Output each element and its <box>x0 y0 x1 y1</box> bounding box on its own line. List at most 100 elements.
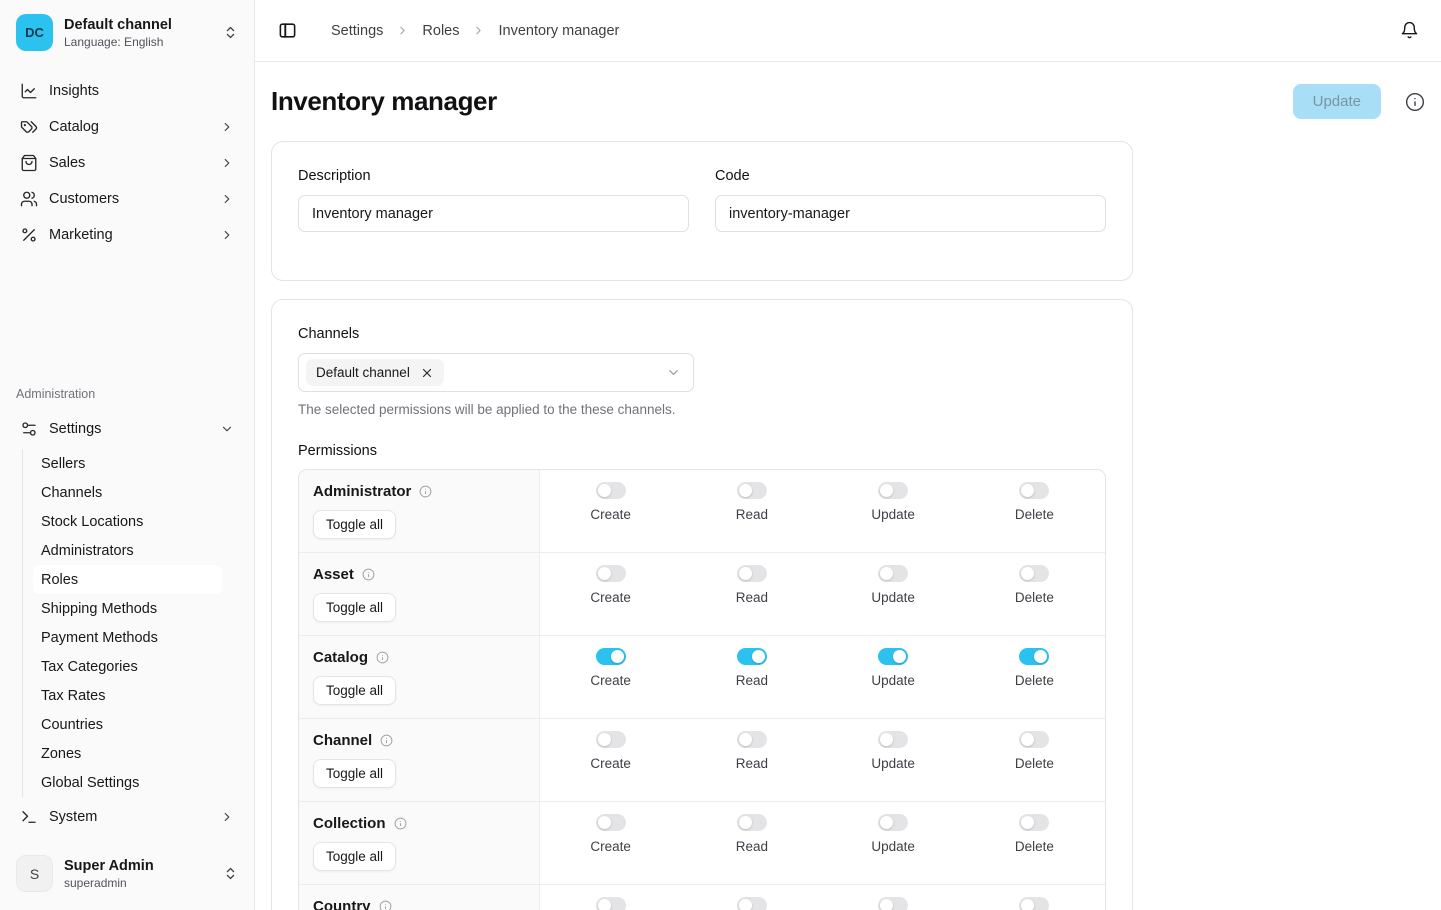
sidebar-item-insights[interactable]: Insights <box>12 73 242 109</box>
permission-toggle-group: Read <box>681 648 822 718</box>
page-header: Inventory manager Update <box>271 84 1425 119</box>
sidebar-item-customers[interactable]: Customers <box>12 181 242 217</box>
toggle-create[interactable] <box>596 897 626 910</box>
toggle-all-button[interactable]: Toggle all <box>313 676 396 705</box>
sidebar-item-sales[interactable]: Sales <box>12 145 242 181</box>
sidebar-item-marketing[interactable]: Marketing <box>12 217 242 253</box>
toggle-label: Update <box>871 756 915 771</box>
toggle-label: Create <box>590 507 631 522</box>
toggle-delete[interactable] <box>1019 565 1049 582</box>
toggle-label: Delete <box>1015 839 1054 854</box>
toggle-delete[interactable] <box>1019 648 1049 665</box>
toggle-delete[interactable] <box>1019 482 1049 499</box>
panel-left-icon <box>278 21 297 40</box>
toggle-label: Create <box>590 756 631 771</box>
sidebar-item-shipping-methods[interactable]: Shipping Methods <box>33 594 222 623</box>
permission-toggle-group: Delete <box>964 565 1105 635</box>
toggle-all-button[interactable]: Toggle all <box>313 759 396 788</box>
toggle-create[interactable] <box>596 648 626 665</box>
sidebar-item-stock-locations[interactable]: Stock Locations <box>33 507 222 536</box>
channel-switcher[interactable]: DC Default channel Language: English <box>12 10 242 55</box>
toggle-read[interactable] <box>737 731 767 748</box>
toggle-create[interactable] <box>596 731 626 748</box>
sidebar-item-sellers[interactable]: Sellers <box>33 449 222 478</box>
permission-toggle-group: Delete <box>964 814 1105 884</box>
toggle-create[interactable] <box>596 482 626 499</box>
toggle-delete[interactable] <box>1019 731 1049 748</box>
permission-toggle-group: Create <box>540 648 681 718</box>
permission-name: Catalog <box>313 649 368 666</box>
sidebar-item-countries[interactable]: Countries <box>33 710 222 739</box>
channel-chip-label: Default channel <box>316 365 410 380</box>
remove-channel-icon[interactable] <box>420 366 434 380</box>
toggle-label: Delete <box>1015 673 1054 688</box>
toggle-delete[interactable] <box>1019 897 1049 910</box>
permission-toggle-group: Update <box>823 482 964 552</box>
sidebar-item-label: Marketing <box>49 227 113 243</box>
permission-toggles: Create Read Update Delete <box>540 636 1105 718</box>
permission-toggle-group: Delete <box>964 482 1105 552</box>
permission-name: Administrator <box>313 483 411 500</box>
sidebar-item-channels[interactable]: Channels <box>33 478 222 507</box>
notifications-button[interactable] <box>1400 21 1419 40</box>
info-icon <box>380 734 393 747</box>
sidebar-item-tax-categories[interactable]: Tax Categories <box>33 652 222 681</box>
sidebar-item-roles[interactable]: Roles <box>33 565 222 594</box>
update-button[interactable]: Update <box>1293 84 1381 119</box>
permission-toggle-group: Read <box>681 731 822 801</box>
sidebar-item-payment-methods[interactable]: Payment Methods <box>33 623 222 652</box>
sidebar-item-administrators[interactable]: Administrators <box>33 536 222 565</box>
permission-toggle-group: Create <box>540 565 681 635</box>
channels-select[interactable]: Default channel <box>298 353 694 392</box>
toggle-delete[interactable] <box>1019 814 1049 831</box>
toggle-read[interactable] <box>737 565 767 582</box>
toggle-knob <box>739 484 752 497</box>
sidebar-item-zones[interactable]: Zones <box>33 739 222 768</box>
toggle-all-button[interactable]: Toggle all <box>313 842 396 871</box>
sidebar-item-tax-rates[interactable]: Tax Rates <box>33 681 222 710</box>
code-input[interactable] <box>715 195 1106 232</box>
permission-toggles: Create Read Update Delete <box>540 802 1105 884</box>
toggle-update[interactable] <box>878 482 908 499</box>
permission-row-header: Channel Toggle all <box>299 719 540 801</box>
toggle-knob <box>880 484 893 497</box>
toggle-label: Read <box>736 673 768 688</box>
sidebar-toggle-button[interactable] <box>273 17 301 45</box>
page-info-button[interactable] <box>1405 92 1425 112</box>
user-avatar: S <box>16 855 53 892</box>
permission-row-header: Collection Toggle all <box>299 802 540 884</box>
sidebar-item-global-settings[interactable]: Global Settings <box>33 768 222 797</box>
toggle-knob <box>611 650 624 663</box>
toggle-label: Update <box>871 839 915 854</box>
toggle-create[interactable] <box>596 565 626 582</box>
sidebar-item-catalog[interactable]: Catalog <box>12 109 242 145</box>
permission-row-header: Catalog Toggle all <box>299 636 540 718</box>
toggle-knob <box>1021 733 1034 746</box>
sidebar-item-settings[interactable]: Settings <box>12 411 242 447</box>
user-menu[interactable]: S Super Admin superadmin <box>12 851 242 896</box>
toggle-update[interactable] <box>878 897 908 910</box>
toggle-all-button[interactable]: Toggle all <box>313 593 396 622</box>
toggle-update[interactable] <box>878 814 908 831</box>
toggle-all-button[interactable]: Toggle all <box>313 510 396 539</box>
toggle-knob <box>1034 650 1047 663</box>
permission-toggle-group: Create <box>540 731 681 801</box>
toggle-update[interactable] <box>878 565 908 582</box>
code-field-group: Code <box>715 168 1106 232</box>
permission-name: Country <box>313 898 371 910</box>
toggle-read[interactable] <box>737 648 767 665</box>
breadcrumb-item-roles[interactable]: Roles <box>422 23 459 39</box>
breadcrumb-item-settings[interactable]: Settings <box>331 23 383 39</box>
toggle-update[interactable] <box>878 648 908 665</box>
toggle-update[interactable] <box>878 731 908 748</box>
channel-name: Default channel <box>64 17 172 33</box>
toggle-read[interactable] <box>737 814 767 831</box>
description-input[interactable] <box>298 195 689 232</box>
sidebar-item-system[interactable]: System <box>12 799 242 835</box>
permission-toggle-group: Create <box>540 897 681 910</box>
terminal-icon <box>20 808 38 826</box>
toggle-read[interactable] <box>737 482 767 499</box>
toggle-read[interactable] <box>737 897 767 910</box>
chevron-right-icon <box>220 192 234 206</box>
toggle-create[interactable] <box>596 814 626 831</box>
